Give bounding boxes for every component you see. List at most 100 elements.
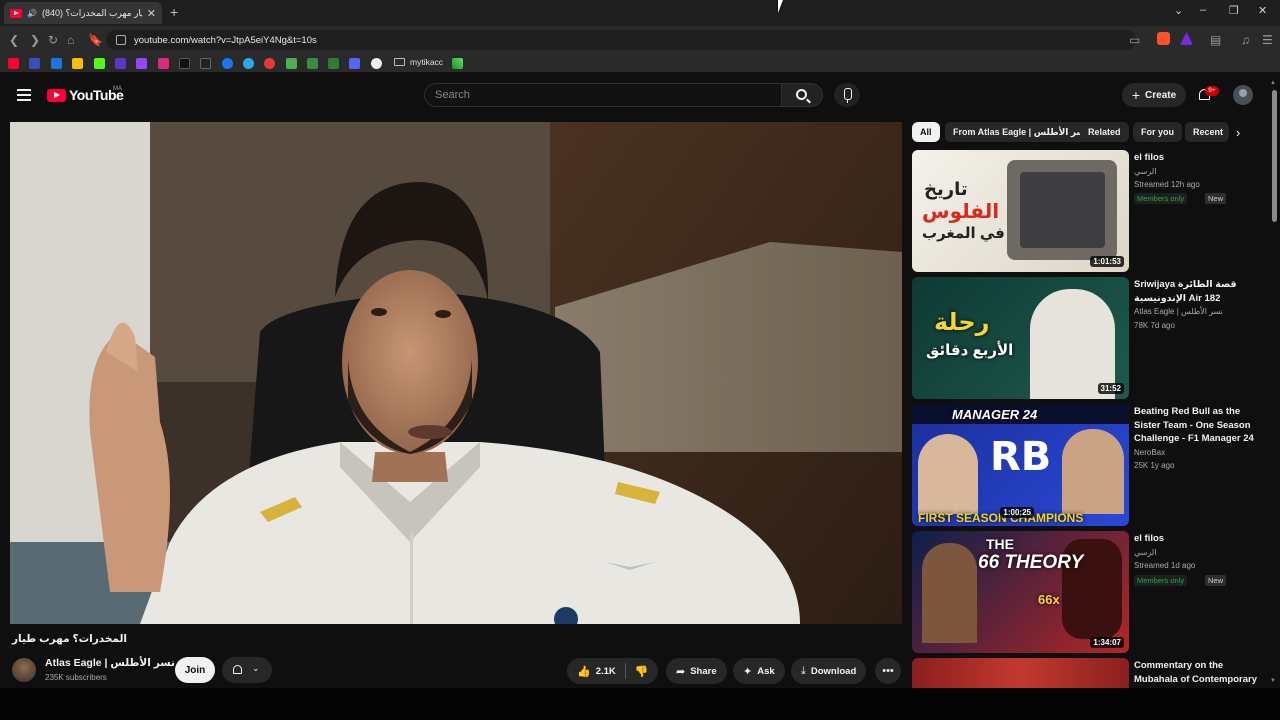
taskbar <box>0 688 1280 720</box>
folder-icon <box>394 58 405 66</box>
voice-search-icon[interactable] <box>834 83 860 107</box>
bookmark-folder[interactable]: mytikacc <box>394 57 443 67</box>
like-dislike-group[interactable]: 👍 2.1K 👎 <box>567 658 659 684</box>
create-button[interactable]: + Create <box>1122 83 1186 107</box>
divider <box>624 663 626 679</box>
bookmark-chart-icon[interactable] <box>452 58 463 69</box>
audio-icon[interactable]: 🔊 <box>27 9 37 18</box>
duration-badge: 1:34:07 <box>1090 637 1124 648</box>
rec-title[interactable]: el filos <box>1134 532 1264 546</box>
more-icon: ••• <box>882 665 894 677</box>
bookmark-app-icon[interactable] <box>29 58 40 69</box>
reload-icon[interactable]: ↻ <box>48 33 58 47</box>
channel-avatar[interactable] <box>12 658 36 682</box>
home-icon[interactable]: ⌂ <box>67 33 74 47</box>
search-input[interactable]: Search <box>424 83 782 107</box>
rec-thumbnail[interactable] <box>912 658 1129 688</box>
minimize-icon[interactable]: – <box>1200 4 1206 16</box>
back-icon[interactable]: ❮ <box>9 33 19 47</box>
bookmark-instagram-icon[interactable] <box>158 58 169 69</box>
bookmark-app5-icon[interactable] <box>307 58 318 69</box>
duration-badge: 1:00:25 <box>1000 507 1034 518</box>
chip-from-channel[interactable]: From Atlas Eagle | نسر الأطلس <box>945 122 1098 142</box>
bookmark-twitch-icon[interactable] <box>136 58 147 69</box>
channel-name[interactable]: Atlas Eagle | نسر الأطلس <box>45 657 187 669</box>
account-avatar[interactable] <box>1233 85 1253 105</box>
bookmark-gemini-icon[interactable] <box>51 58 62 69</box>
notifications-badge: 9+ <box>1205 86 1219 96</box>
mouse-cursor-icon <box>778 0 788 13</box>
bookmark-app3-icon[interactable] <box>264 58 275 69</box>
brave-shield-icon[interactable] <box>1157 32 1170 45</box>
video-player[interactable] <box>10 122 902 624</box>
rec-thumbnail[interactable]: رحلة الأربع دقائق 31:52 <box>912 277 1129 399</box>
rec-channel[interactable]: Atlas Eagle | نسر الأطلس <box>1134 307 1223 316</box>
more-actions-button[interactable]: ••• <box>875 658 901 684</box>
rec-title[interactable]: Beating Red Bull as the Sister Team - On… <box>1134 405 1264 446</box>
bookmark-app2-icon[interactable] <box>115 58 126 69</box>
cast-icon[interactable]: ▭ <box>1129 33 1140 47</box>
bookmark-app4-icon[interactable] <box>286 58 297 69</box>
window-close-icon[interactable]: ✕ <box>1258 4 1267 17</box>
like-icon[interactable]: 👍 <box>577 665 591 678</box>
rec-meta: Streamed 1d ago <box>1134 561 1196 570</box>
tab-search-icon[interactable]: ⌄ <box>1174 4 1183 17</box>
share-icon: ➦ <box>676 665 686 678</box>
url-field[interactable]: youtube.com/watch?v=JtpA5eiY4Ng&t=10s <box>106 30 1136 50</box>
rec-title[interactable]: Commentary on the Mubahala of Contempora… <box>1134 659 1264 686</box>
country-code: MA <box>113 86 122 92</box>
bookmark-globe-icon[interactable] <box>371 58 382 69</box>
scrollbar-thumb[interactable] <box>1272 90 1277 222</box>
rec-title[interactable]: el filos <box>1134 151 1264 165</box>
rec-thumbnail[interactable]: THE 66 THEORY 66x 1:34:07 <box>912 531 1129 653</box>
menu-icon[interactable]: ☰ <box>1262 33 1273 47</box>
bookmark-kick-icon[interactable] <box>94 58 105 69</box>
bookmark-icon[interactable]: 🔖 <box>88 33 103 47</box>
tab-title: (840) طيار مهرب المخدرات؟ - ... <box>41 7 142 18</box>
chip-for-you[interactable]: For you <box>1133 122 1182 142</box>
search-button[interactable] <box>781 83 823 107</box>
download-button[interactable]: ⤓ Download <box>791 658 867 684</box>
bookmark-youtube-icon[interactable] <box>8 58 19 69</box>
bookmark-telegram-icon[interactable] <box>243 58 254 69</box>
dislike-icon[interactable]: 👎 <box>635 665 649 678</box>
duration-badge: 31:52 <box>1097 383 1124 394</box>
guide-menu-icon[interactable] <box>17 89 31 101</box>
bookmark-app6-icon[interactable] <box>328 58 339 69</box>
browser-tab-active[interactable]: 🔊 (840) طيار مهرب المخدرات؟ - ... ✕ <box>4 2 162 24</box>
subscribed-button[interactable]: ⌄ <box>222 657 272 683</box>
chevron-right-icon[interactable]: › <box>1236 125 1240 140</box>
sidebar-icon[interactable]: ▤ <box>1210 33 1221 47</box>
scroll-down-icon[interactable]: ▼ <box>1270 678 1276 684</box>
tab-close-icon[interactable]: ✕ <box>147 7 156 20</box>
browser-tab-bar: 🔊 (840) طيار مهرب المخدرات؟ - ... ✕ + ⌄ … <box>0 0 1280 26</box>
rec-channel[interactable]: الرسي <box>1134 548 1156 557</box>
youtube-logo[interactable]: YouTube <box>47 87 124 103</box>
site-info-icon[interactable] <box>116 35 126 45</box>
new-tab-button[interactable]: + <box>170 4 178 20</box>
join-button[interactable]: Join <box>175 657 215 683</box>
sparkle-icon: ✦ <box>743 665 753 678</box>
plus-icon: + <box>1131 87 1141 103</box>
duration-badge: 1:01:53 <box>1090 256 1124 267</box>
forward-icon[interactable]: ❯ <box>30 33 40 47</box>
rec-channel[interactable]: الرسي <box>1134 167 1156 176</box>
chip-all[interactable]: All <box>912 122 940 142</box>
bookmark-tiktok-icon[interactable] <box>179 58 190 69</box>
chip-related[interactable]: Related <box>1080 122 1129 142</box>
scroll-up-icon[interactable]: ▲ <box>1270 80 1276 86</box>
chip-recent[interactable]: Recent <box>1185 122 1229 142</box>
rec-thumbnail[interactable]: تاريخ الفلوس في المغرب 1:01:53 <box>912 150 1129 272</box>
bookmark-discord-icon[interactable] <box>349 58 360 69</box>
new-badge: New <box>1205 575 1227 586</box>
rec-title[interactable]: Sriwijaya قصة الطائرة الإندونيسية Air 18… <box>1134 278 1264 305</box>
bookmark-note-icon[interactable] <box>72 58 83 69</box>
rec-thumbnail[interactable]: RB MANAGER 24 FIRST SEASON CHAMPIONS 1:0… <box>912 404 1129 526</box>
bookmark-facebook-icon[interactable] <box>222 58 233 69</box>
media-icon[interactable]: ♫ <box>1241 33 1250 47</box>
rec-channel[interactable]: NeroBax <box>1134 448 1165 457</box>
ask-button[interactable]: ✦ Ask <box>733 658 785 684</box>
bookmark-x-icon[interactable] <box>200 58 211 69</box>
restore-icon[interactable]: ❐ <box>1229 4 1239 17</box>
share-button[interactable]: ➦ Share <box>666 658 727 684</box>
